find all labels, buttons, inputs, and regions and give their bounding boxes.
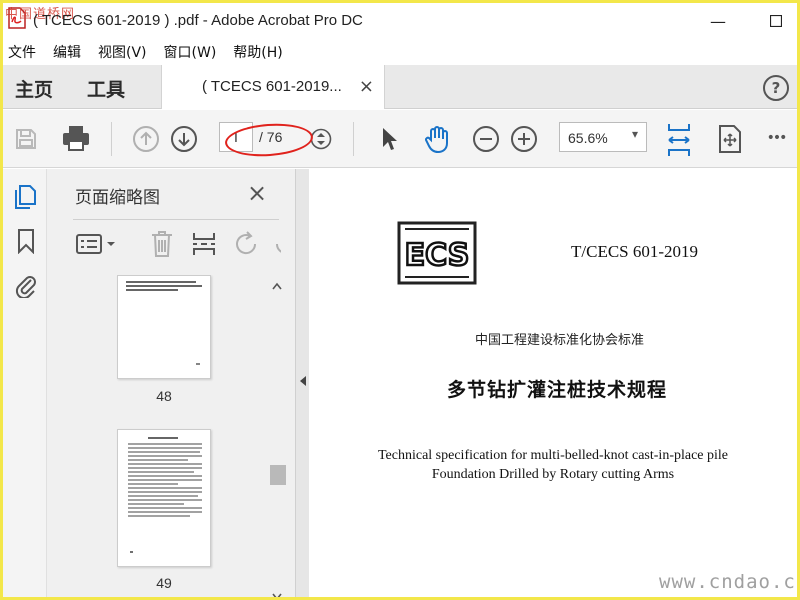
document-title-english-line1: Technical specification for multi-belled… — [377, 448, 729, 463]
hand-icon — [425, 126, 448, 154]
thumbnail-options-button[interactable] — [75, 231, 125, 257]
full-screen-button[interactable] — [715, 122, 745, 156]
ecs-logo: ECS — [397, 221, 477, 285]
menu-view[interactable]: 视图(V) — [98, 42, 147, 62]
printer-icon — [63, 126, 89, 151]
thumbnail-content — [126, 281, 202, 365]
toolbar: I / 76 65.6% ▾ ••• — [3, 110, 797, 168]
insert-pages-button[interactable] — [191, 229, 219, 259]
rotate-clockwise-button[interactable] — [271, 229, 281, 259]
navigation-rail — [3, 169, 47, 597]
rotate-icon — [236, 231, 257, 255]
toolbar-divider — [353, 122, 354, 156]
more-tools-button[interactable]: ••• — [761, 126, 791, 150]
page-stepper[interactable] — [309, 124, 333, 154]
menu-bar: 文件 编辑 视图(V) 窗口(W) 帮助(H) — [3, 39, 797, 65]
menu-help[interactable]: 帮助(H) — [233, 42, 282, 62]
issuing-association: 中国工程建设标准化协会标准 — [475, 333, 645, 348]
close-tab-button[interactable]: × — [359, 76, 374, 97]
thumbnail-toolbar — [75, 227, 281, 261]
arrow-up-circle-icon — [133, 126, 159, 152]
window-title: ( TCECS 601-2019 ) .pdf - Adobe Acrobat … — [33, 12, 363, 29]
up-down-circle-icon — [310, 128, 332, 150]
delete-pages-button[interactable] — [149, 229, 177, 259]
page-number-input[interactable]: I — [219, 122, 253, 152]
scroll-thumb[interactable] — [270, 465, 286, 485]
minimize-button[interactable]: — — [703, 9, 733, 33]
scroll-up-icon[interactable] — [271, 281, 283, 291]
toolbar-divider — [111, 122, 112, 156]
thumbnail-page-number: 48 — [156, 388, 172, 404]
zoom-in-button[interactable] — [509, 124, 539, 154]
previous-page-button[interactable] — [131, 124, 161, 154]
expand-page-icon — [719, 125, 741, 153]
arrow-down-circle-icon — [171, 126, 197, 152]
tab-tools[interactable]: 工具 — [87, 75, 125, 102]
page-thumbnails-panel: 页面缩略图 × 48 49 — [47, 169, 295, 600]
save-icon — [16, 129, 36, 149]
rotate-clockwise-icon — [275, 243, 281, 253]
collapse-panel-icon[interactable] — [298, 375, 308, 387]
rotate-pages-button[interactable] — [233, 229, 261, 259]
maximize-icon — [770, 15, 782, 27]
tab-home[interactable]: 主页 — [15, 75, 53, 102]
page-break-icon — [193, 233, 215, 255]
select-tool-button[interactable] — [375, 124, 403, 154]
maximize-button[interactable] — [761, 9, 791, 33]
thumbnail-scrollbar[interactable] — [269, 279, 286, 600]
panel-title: 页面缩略图 — [75, 188, 160, 208]
fit-width-icon — [668, 124, 690, 156]
zoom-in-icon — [511, 126, 537, 152]
zoom-out-button[interactable] — [471, 124, 501, 154]
bookmark-icon — [18, 229, 34, 254]
help-button[interactable]: ? — [763, 75, 789, 101]
thumbnails-list: 48 49 — [71, 275, 271, 597]
tab-bar: 主页 工具 ( TCECS 601-2019... × ? — [3, 65, 797, 109]
page-thumbnails-icon — [15, 185, 36, 209]
panel-divider — [73, 219, 279, 220]
document-view[interactable]: ECS T/CECS 601-2019 中国工程建设标准化协会标准 多节钻扩灌注… — [309, 169, 797, 597]
tab-document[interactable]: ( TCECS 601-2019... × — [161, 65, 385, 109]
document-title-english-line2: Foundation Drilled by Rotary cutting Arm… — [431, 467, 675, 482]
page-count: / 76 — [259, 129, 283, 145]
paperclip-icon — [15, 276, 36, 298]
save-button[interactable] — [11, 124, 41, 154]
attachments-button[interactable] — [13, 271, 39, 299]
page-thumbnails-button[interactable] — [13, 183, 39, 211]
standard-code: T/CECS 601-2019 — [571, 242, 699, 261]
document-title-chinese: 多节钻扩灌注桩技术规程 — [447, 379, 668, 401]
thumbnail-content — [128, 437, 202, 553]
site-watermark: www.cndao.com — [659, 571, 797, 593]
zoom-value: 65.6% — [568, 130, 608, 146]
trash-icon — [152, 231, 172, 257]
app-window: 中国道桥网 ( TCECS 601-2019 ) .pdf - Adobe Ac… — [0, 0, 800, 600]
zoom-out-icon — [473, 126, 499, 152]
menu-file[interactable]: 文件 — [8, 42, 36, 62]
page-thumbnail[interactable] — [117, 275, 211, 379]
fit-page-button[interactable] — [663, 120, 695, 160]
cursor-arrow-icon — [383, 128, 397, 150]
panel-splitter[interactable] — [295, 169, 309, 597]
zoom-level-select[interactable]: 65.6% ▾ — [559, 122, 647, 152]
print-button[interactable] — [59, 122, 93, 154]
options-menu-icon — [76, 234, 115, 254]
menu-window[interactable]: 窗口(W) — [164, 42, 217, 62]
close-panel-button[interactable]: × — [247, 179, 267, 207]
menu-edit[interactable]: 编辑 — [53, 42, 81, 62]
next-page-button[interactable] — [169, 124, 199, 154]
title-bar: 中国道桥网 ( TCECS 601-2019 ) .pdf - Adobe Ac… — [3, 3, 797, 39]
chevron-down-icon: ▾ — [631, 127, 638, 141]
document-tab-label: ( TCECS 601-2019... — [202, 78, 342, 95]
bookmarks-button[interactable] — [13, 227, 39, 255]
scroll-down-icon[interactable] — [271, 591, 283, 600]
svg-text:ECS: ECS — [405, 238, 470, 273]
page-thumbnail[interactable] — [117, 429, 211, 567]
hand-tool-button[interactable] — [421, 122, 455, 156]
thumbnail-page-number: 49 — [156, 575, 172, 591]
